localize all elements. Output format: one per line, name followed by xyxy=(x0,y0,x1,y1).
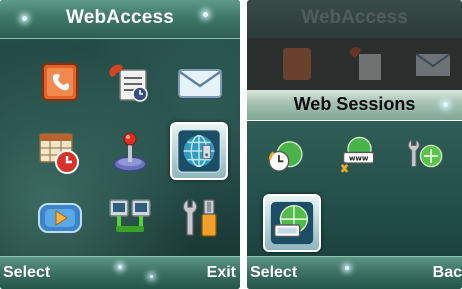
media-icon[interactable] xyxy=(34,192,86,244)
dimmed-menu-background xyxy=(247,38,462,90)
exit-softkey[interactable]: Exit xyxy=(207,264,236,282)
games-icon[interactable] xyxy=(104,126,156,178)
back-softkey[interactable]: Bac xyxy=(433,264,462,282)
web-session-icon[interactable] xyxy=(263,194,321,252)
dimmed-title-bar: WebAccess xyxy=(247,0,462,38)
svg-text:www: www xyxy=(349,153,369,162)
screen-title: WebAccess xyxy=(65,7,175,28)
settings-icon[interactable] xyxy=(174,192,226,244)
messages-icon[interactable] xyxy=(174,56,226,108)
sparkle-decoration xyxy=(345,266,349,270)
web-sessions-popup: Web Sessions www xyxy=(247,90,462,257)
select-softkey[interactable]: Select xyxy=(250,264,297,282)
dimmed-messages-icon xyxy=(415,53,451,76)
webaccess-icon[interactable] xyxy=(170,122,228,180)
title-bar: WebAccess xyxy=(0,0,240,39)
connectivity-icon[interactable] xyxy=(104,192,156,244)
dimmed-call-log-icon xyxy=(349,47,381,80)
web-settings-icon[interactable] xyxy=(401,133,447,179)
phonebook-icon[interactable] xyxy=(34,56,86,108)
call-log-icon[interactable] xyxy=(104,56,156,108)
select-softkey[interactable]: Select xyxy=(3,264,50,282)
dimmed-phonebook-icon xyxy=(283,48,311,80)
sparkle-decoration xyxy=(118,265,122,269)
session-history-icon[interactable] xyxy=(263,133,309,179)
softkey-bar: Select Exit xyxy=(0,256,240,289)
popup-header: Web Sessions xyxy=(247,90,462,121)
popup-body: www xyxy=(247,121,462,257)
web-sessions-screen: WebAccess Web Sessions www Select Bac xyxy=(247,0,462,289)
webaccess-main-menu-screen: WebAccess Select Exit xyxy=(0,0,240,289)
go-to-url-icon[interactable]: www xyxy=(333,133,379,179)
sparkle-decoration xyxy=(150,275,153,278)
dimmed-screen-title: WebAccess xyxy=(301,7,408,28)
organizer-icon[interactable] xyxy=(34,126,86,178)
softkey-bar: Select Bac xyxy=(247,256,462,289)
popup-title: Web Sessions xyxy=(293,94,416,114)
